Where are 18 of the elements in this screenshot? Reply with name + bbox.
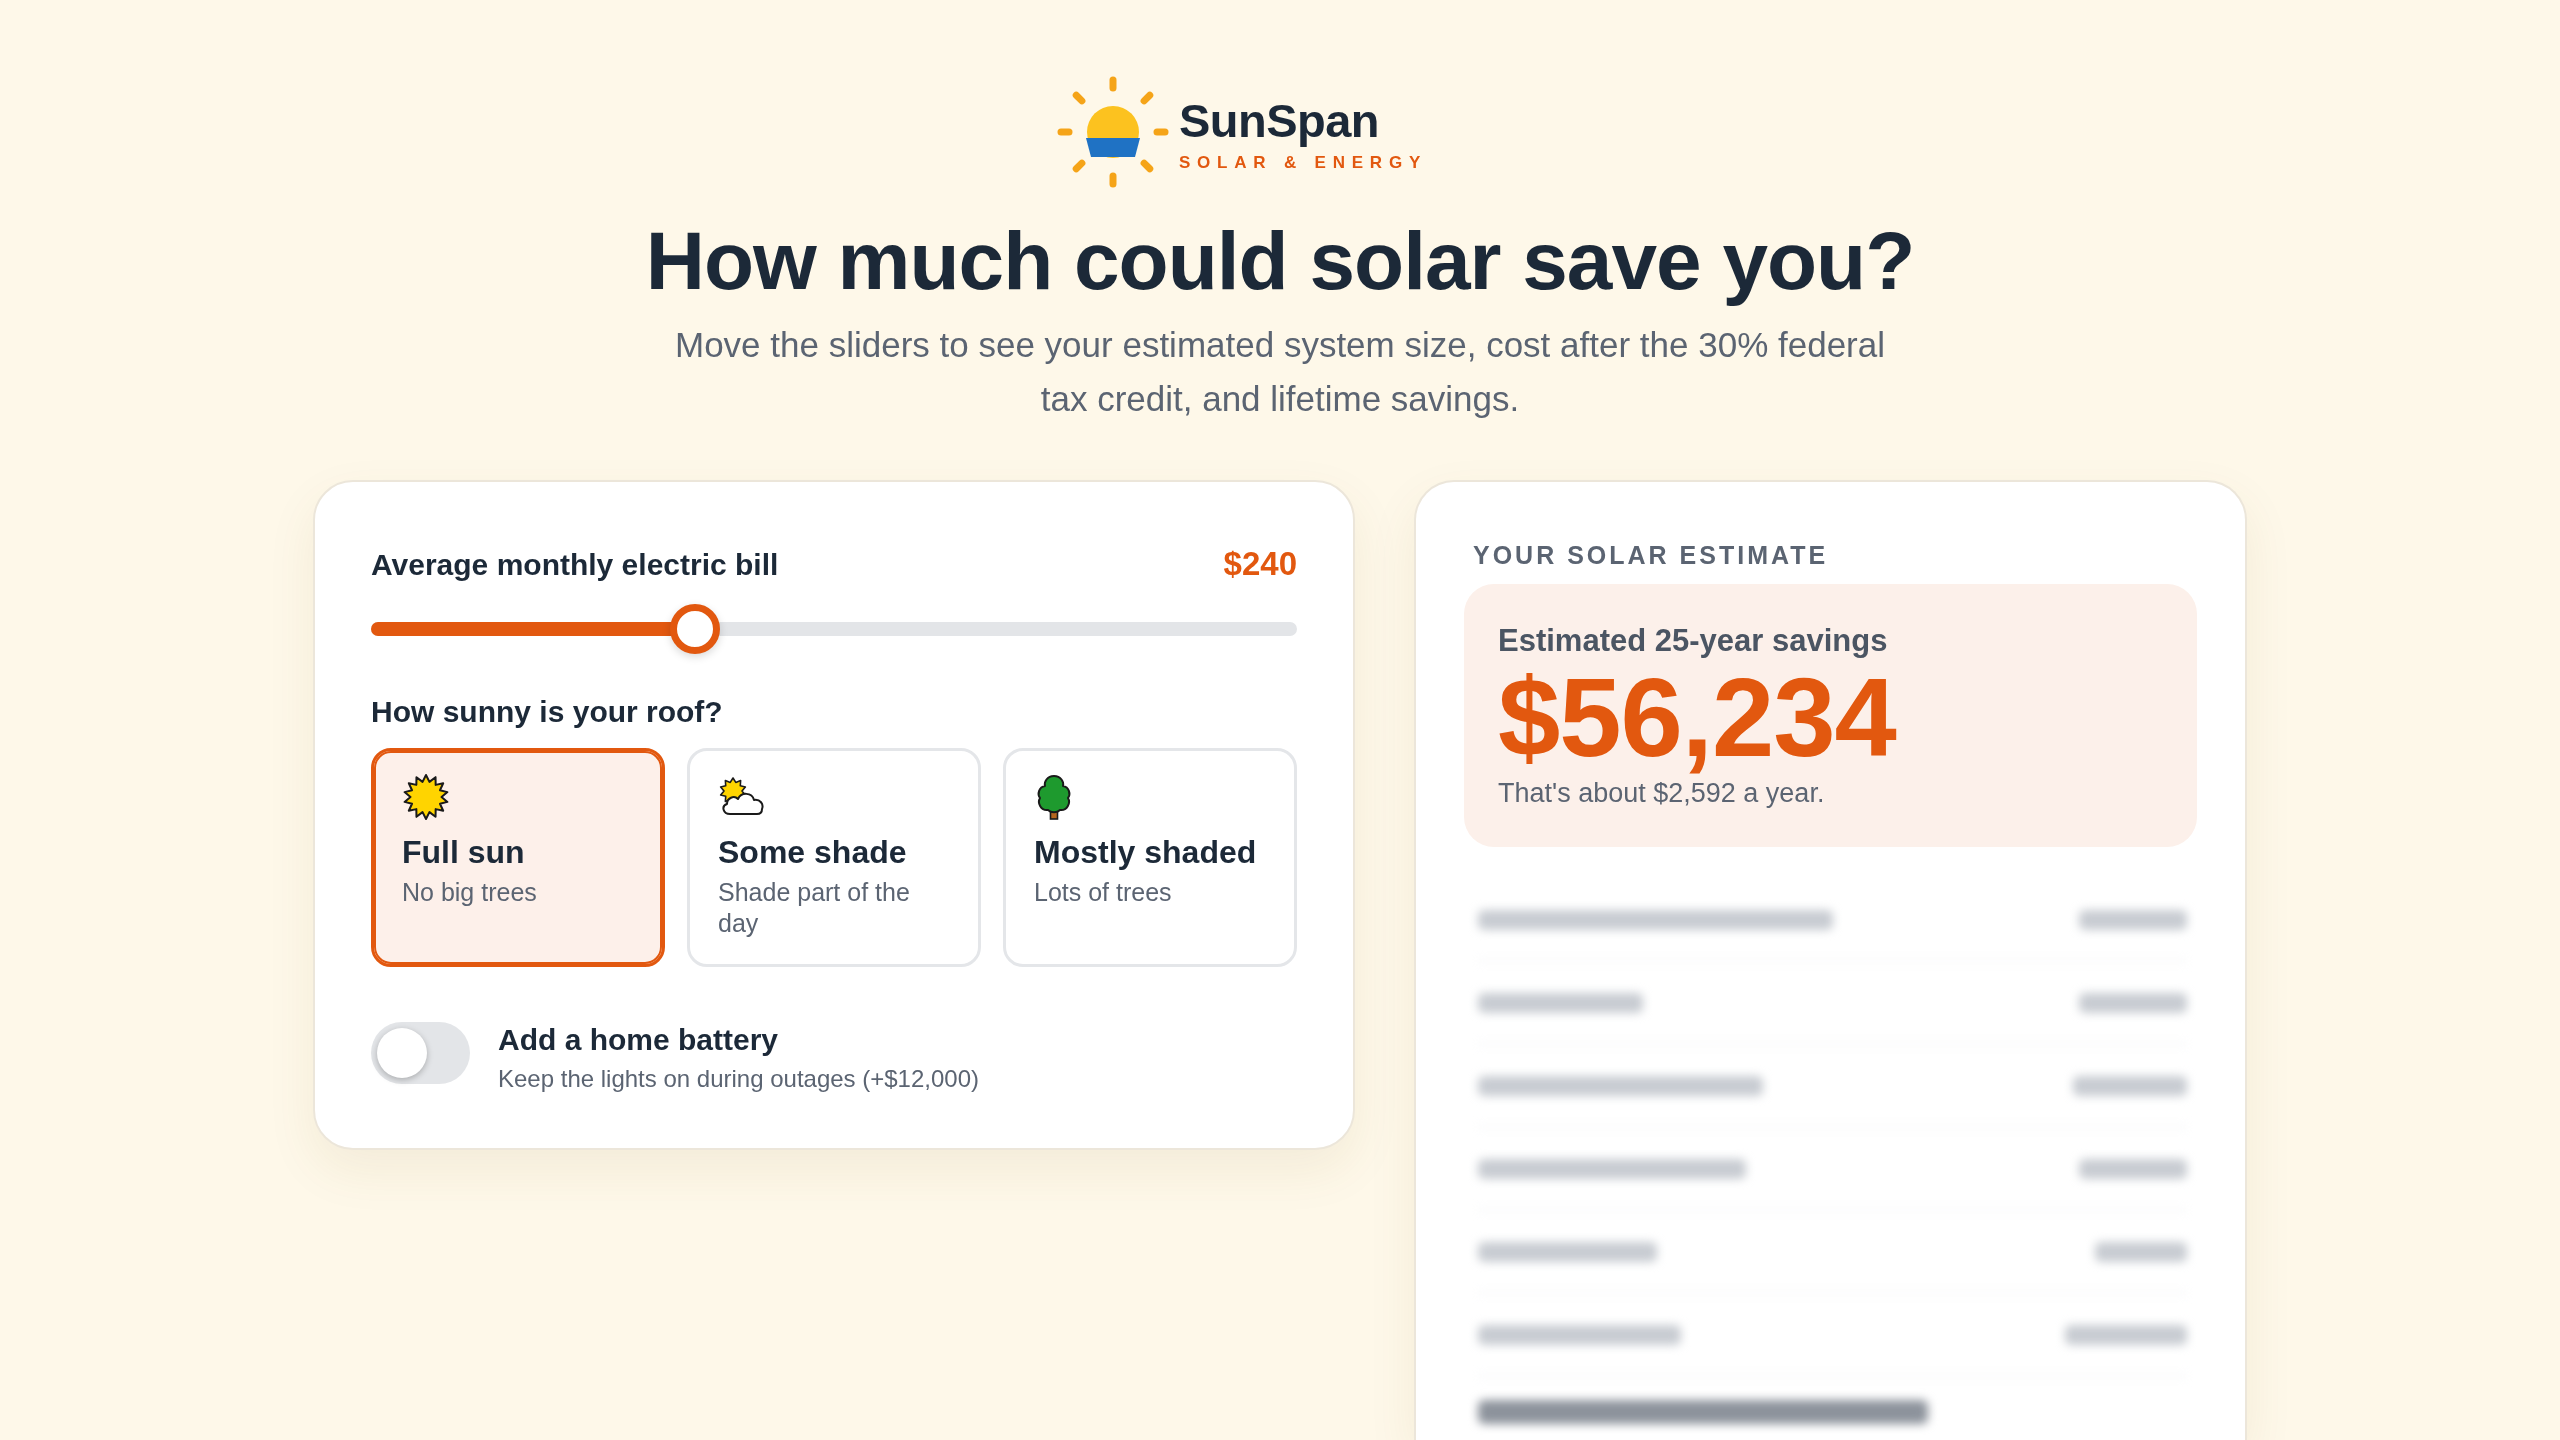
battery-label: Add a home battery: [498, 1021, 780, 1058]
battery-note: Keep the lights on during outages (+$12,000): [498, 1063, 980, 1094]
roof-label: How sunny is your roof?: [371, 693, 724, 730]
slider-handle[interactable]: [670, 603, 721, 654]
estimate-heading: YOUR SOLAR ESTIMATE: [1473, 540, 1830, 571]
roof-option[interactable]: Full sun No big trees: [371, 747, 665, 967]
savings-amount: $56,234: [1498, 659, 1898, 777]
roof-option[interactable]: Mostly shaded Lots of trees: [1003, 747, 1297, 967]
sun-icon: [402, 772, 450, 821]
savings-label: Estimated 25-year savings: [1498, 622, 1889, 660]
roof-option[interactable]: Some shade Shade part of the day: [687, 747, 981, 967]
savings-note: That's about $2,592 a year.: [1498, 776, 1826, 810]
bill-value: $240: [1223, 544, 1297, 584]
brand-tagline: SOLAR & ENERGY: [1178, 154, 1428, 171]
page-subtitle: Move the sliders to see your estimated system size, cost after the 30% federal tax credit, and lifetime savings.: [674, 324, 1886, 421]
page-title: How much could solar save you?: [645, 216, 1915, 307]
bill-label: Average monthly electric bill: [371, 547, 779, 584]
sun-logo-icon: [1056, 76, 1169, 188]
